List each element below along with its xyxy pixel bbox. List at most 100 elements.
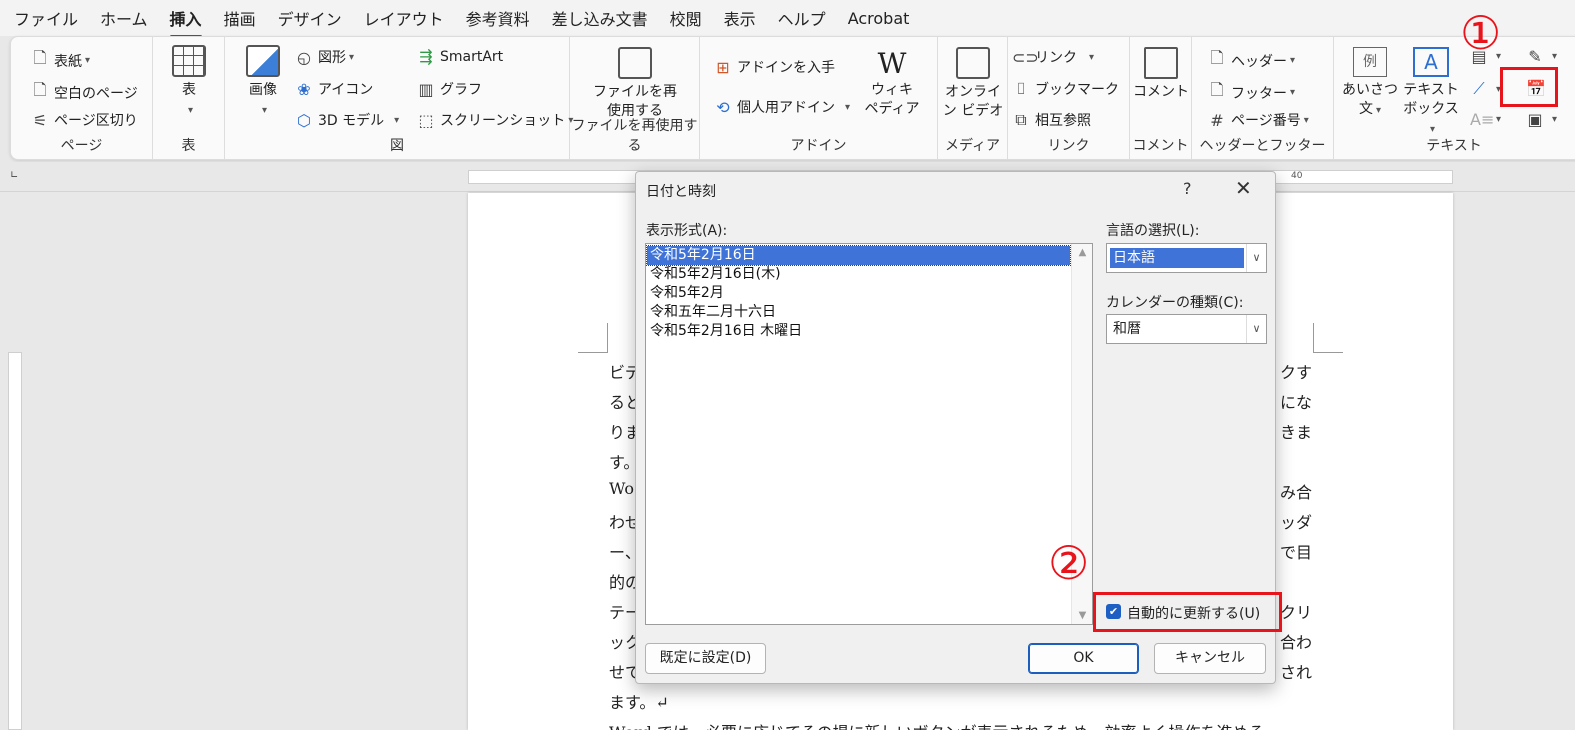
object-button[interactable]: ▣ ▾ xyxy=(1526,110,1557,129)
menu-tab-7[interactable]: 差し込み文書 xyxy=(552,2,648,34)
menu-tab-8[interactable]: 校閲 xyxy=(670,2,702,34)
chart-button[interactable]: ▥ グラフ xyxy=(417,79,482,99)
chevron-down-icon: ▾ xyxy=(349,51,355,63)
screenshot-button[interactable]: ⬚ スクリーンショット ▾ xyxy=(417,110,573,130)
chevron-down-icon: ▾ xyxy=(1496,114,1502,125)
blank-page-button[interactable]: 🗋 空白のページ xyxy=(31,79,138,106)
calendar-select[interactable]: 和暦 ∨ xyxy=(1106,314,1267,344)
menu-tab-1[interactable]: ホーム xyxy=(100,2,148,34)
wikipedia-button[interactable]: W ウィキ ペディア xyxy=(860,47,924,119)
group-label-text: テキスト xyxy=(1426,138,1482,154)
blank-page-icon: 🗋 xyxy=(33,80,47,99)
date-time-dialog: 日付と時刻 ? ✕ 表示形式(A): 令和5年2月16日 令和5年2月16日(木)… xyxy=(635,171,1282,684)
chevron-down-icon[interactable]: ∨ xyxy=(1246,244,1266,272)
chevron-down-icon: ▾ xyxy=(85,55,91,66)
document-text-line: Wo xyxy=(609,479,634,498)
menu-tab-3[interactable]: 描画 xyxy=(224,2,256,34)
wordart-button[interactable]: ⟋ ▾ xyxy=(1470,79,1501,99)
header-icon: 🗋 xyxy=(1210,48,1224,67)
group-label-links: リンク xyxy=(1047,138,1090,154)
link-icon: ⊂⊃ xyxy=(1012,47,1039,67)
menu-tab-0[interactable]: ファイル xyxy=(14,2,78,34)
page-number-button[interactable]: # ページ番号 ▾ xyxy=(1208,110,1308,130)
chevron-down-icon: ▾ xyxy=(394,114,400,126)
document-text-line-end: にな xyxy=(1280,393,1313,412)
menu-tab-5[interactable]: レイアウト xyxy=(364,2,444,34)
text-box-button[interactable]: A テキスト ボックス▾ xyxy=(1400,47,1462,139)
format-list: 令和5年2月16日 令和5年2月16日(木) 令和5年2月 令和五年二月十六日 令和5年… xyxy=(646,244,1092,341)
chevron-down-icon[interactable]: ∨ xyxy=(1246,315,1266,343)
screenshot-icon: ⬚ xyxy=(418,110,434,130)
footer-button[interactable]: 🗋 フッター ▾ xyxy=(1208,79,1295,106)
group-label-comments: コメント xyxy=(1132,138,1189,154)
cancel-button[interactable]: キャンセル xyxy=(1154,643,1266,674)
document-text-line: Word では、必要に応じてその場に新しいボタンが表示されるため、効率よく操作を… xyxy=(609,719,1265,730)
language-value: 日本語 xyxy=(1110,248,1244,268)
chevron-down-icon: ▾ xyxy=(1089,51,1095,63)
auto-update-label[interactable]: 自動的に更新する(U) xyxy=(1127,603,1260,623)
scroll-down-icon[interactable]: ▼ xyxy=(1072,610,1093,621)
ok-button[interactable]: OK xyxy=(1028,643,1139,674)
menu-tab-6[interactable]: 参考資料 xyxy=(466,2,530,34)
set-default-button[interactable]: 既定に設定(D) xyxy=(645,643,766,674)
menu-tab-4[interactable]: デザイン xyxy=(278,2,342,34)
auto-update-checkbox[interactable]: ✔ xyxy=(1106,604,1121,619)
format-option[interactable]: 令和5年2月16日(木) xyxy=(647,265,1070,284)
chevron-down-icon: ▾ xyxy=(1290,87,1296,98)
header-button[interactable]: 🗋 ヘッダー ▾ xyxy=(1208,47,1295,74)
link-button[interactable]: ⊂⊃ リンク ▾ xyxy=(1012,47,1094,67)
drop-cap-button[interactable]: A≡ ▾ xyxy=(1470,110,1501,129)
cross-reference-icon: ⧉ xyxy=(1015,110,1027,129)
chevron-down-icon: ▾ xyxy=(187,105,194,116)
format-option[interactable]: 令和5年2月 xyxy=(647,284,1070,303)
bookmark-button[interactable]: ⌷ ブックマーク xyxy=(1012,79,1119,99)
3d-model-button[interactable]: ⬡ 3D モデル ▾ xyxy=(295,110,399,130)
format-listbox[interactable]: 令和5年2月16日 令和5年2月16日(木) 令和5年2月 令和五年二月十六日 令和5年… xyxy=(645,243,1093,625)
menu-tab-9[interactable]: 表示 xyxy=(724,2,756,34)
object-icon: ▣ xyxy=(1527,110,1543,129)
icons-button[interactable]: ❀ アイコン xyxy=(295,79,373,99)
group-label-illustrations: 図 xyxy=(390,138,404,154)
menu-tab-2[interactable]: 挿入 xyxy=(169,2,202,38)
chevron-down-icon: ▾ xyxy=(1290,55,1296,66)
close-icon[interactable]: ✕ xyxy=(1235,176,1252,200)
image-icon xyxy=(246,45,280,77)
group-reuse-files: ファイルを再 使用する ファイルを再使用する xyxy=(570,37,700,159)
menu-tab-10[interactable]: ヘルプ xyxy=(778,2,826,34)
cover-page-button[interactable]: 🗋 表紙 ▾ xyxy=(31,47,90,74)
document-text-line-end: され xyxy=(1280,663,1313,682)
smartart-button[interactable]: ⇶ SmartArt xyxy=(417,47,503,66)
format-option[interactable]: 令和5年2月16日 木曜日 xyxy=(647,322,1070,341)
image-button[interactable]: 画像 ▾ xyxy=(241,45,285,120)
comment-button[interactable]: コメント xyxy=(1132,47,1190,102)
greeting-button[interactable]: 例 あいさつ文 ▾ xyxy=(1342,47,1398,120)
table-button[interactable]: 表 ▾ xyxy=(169,45,209,120)
menu-tab-11[interactable]: Acrobat xyxy=(848,5,910,32)
signature-icon: ✎ xyxy=(1528,47,1542,66)
shapes-button[interactable]: ◵ 図形 ▾ xyxy=(295,47,354,67)
callout-one: ① xyxy=(1460,6,1502,60)
ruler-track xyxy=(8,352,22,730)
online-video-icon xyxy=(956,47,990,79)
language-select[interactable]: 日本語 ∨ xyxy=(1106,243,1267,273)
chevron-down-icon: ▾ xyxy=(1375,105,1382,116)
document-text-line-end: クす xyxy=(1280,363,1313,382)
tab-selector-icon[interactable]: ∟ xyxy=(10,170,18,181)
chevron-down-icon: ▾ xyxy=(1552,51,1558,62)
signature-line-button[interactable]: ✎ ▾ xyxy=(1526,47,1557,66)
callout-two: ② xyxy=(1048,536,1090,590)
page-break-button[interactable]: ⚟ ページ区切り xyxy=(31,110,138,130)
help-icon[interactable]: ? xyxy=(1183,179,1192,198)
online-video-button[interactable]: オンライン ビデオ xyxy=(941,47,1005,121)
get-addins-button[interactable]: ⊞ アドインを入手 xyxy=(714,57,835,77)
my-addins-button[interactable]: ⟲ 個人用アドイン ▾ xyxy=(714,97,850,117)
chart-icon: ▥ xyxy=(418,79,434,99)
reuse-files-button[interactable]: ファイルを再 使用する xyxy=(582,47,688,121)
group-media: オンライン ビデオ メディア xyxy=(938,37,1008,159)
document-text-line-end: み合 xyxy=(1280,483,1313,502)
format-option[interactable]: 令和五年二月十六日 xyxy=(647,303,1070,322)
scroll-up-icon[interactable]: ▲ xyxy=(1072,247,1093,258)
vertical-ruler[interactable] xyxy=(0,192,32,730)
format-option[interactable]: 令和5年2月16日 xyxy=(646,245,1071,266)
cross-reference-button[interactable]: ⧉ 相互参照 xyxy=(1012,110,1091,130)
